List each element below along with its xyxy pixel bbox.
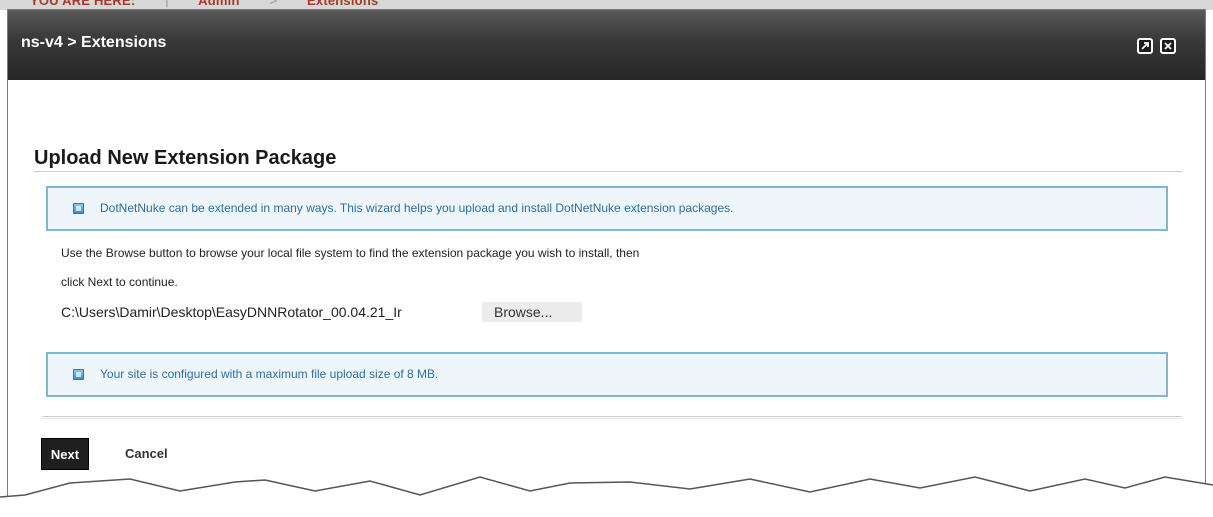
file-path-input[interactable]: C:\Users\Damir\Desktop\EasyDNNRotator_00…	[61, 304, 402, 320]
instruction-text-line1: Use the Browse button to browse your loc…	[61, 246, 640, 260]
browse-button[interactable]: Browse...	[482, 302, 582, 322]
info-box-intro: DotNetNuke can be extended in many ways.…	[46, 186, 1168, 231]
actions-divider	[42, 416, 1182, 419]
maximize-icon[interactable]	[1137, 38, 1153, 54]
info-icon	[73, 203, 84, 214]
breadcrumb-separator: |	[165, 0, 169, 8]
info-icon	[73, 369, 84, 380]
dialog-titlebar: ns-v4 > Extensions	[8, 10, 1205, 80]
close-icon[interactable]	[1160, 38, 1176, 54]
instruction-text-line2: click Next to continue.	[61, 275, 178, 289]
torn-edge-decoration	[0, 476, 1213, 517]
background-page-strip: YOU ARE HERE: | Admin > Extensions	[0, 0, 1213, 10]
background-breadcrumb: YOU ARE HERE: | Admin > Extensions	[30, 0, 404, 8]
page-title: Upload New Extension Package	[34, 147, 337, 169]
upload-limit-text: Your site is configured with a maximum f…	[100, 367, 439, 381]
dialog-content: Upload New Extension Package DotNetNuke …	[8, 80, 1205, 517]
heading-divider	[34, 171, 1182, 172]
breadcrumb-separator: >	[269, 0, 278, 8]
extensions-dialog: ns-v4 > Extensions Upload New Extension …	[8, 10, 1205, 517]
breadcrumb-item-extensions[interactable]: Extensions	[307, 0, 378, 8]
info-box-upload-limit: Your site is configured with a maximum f…	[46, 352, 1168, 397]
info-intro-text: DotNetNuke can be extended in many ways.…	[100, 201, 734, 215]
breadcrumb-prefix: YOU ARE HERE:	[30, 0, 136, 8]
dialog-title: ns-v4 > Extensions	[21, 34, 167, 51]
breadcrumb-item-admin[interactable]: Admin	[198, 0, 239, 8]
